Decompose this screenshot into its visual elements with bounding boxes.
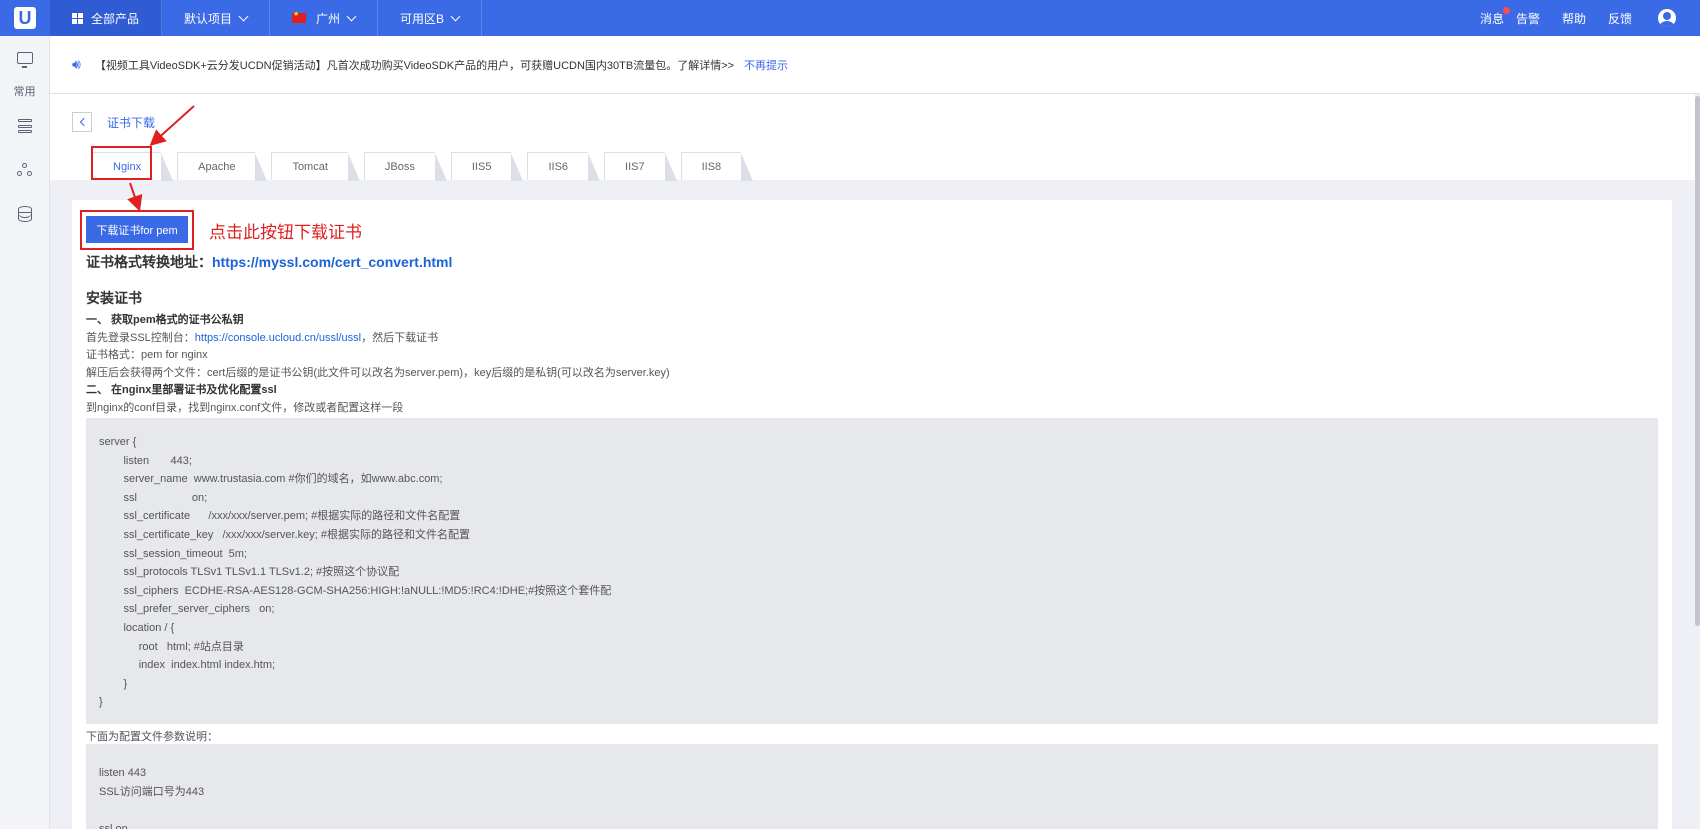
code-line: ssl_ciphers ECDHE-RSA-AES128-GCM-SHA256:… xyxy=(99,584,612,597)
tab-tomcat[interactable]: Tomcat xyxy=(271,152,361,181)
sidebar-item-network[interactable] xyxy=(0,148,50,192)
notice-bar: 🔊︎ 【视频工具VideoSDK+云分发UCDN促销活动】凡首次成功购买Vide… xyxy=(50,36,1700,94)
code-line: ssl on; xyxy=(99,491,208,504)
chevron-left-icon xyxy=(79,117,88,127)
nav-zone-label: 可用区B xyxy=(400,11,445,26)
page-title: 证书下载 xyxy=(107,116,156,130)
annotation-box-nginx-tab xyxy=(91,146,152,180)
tab-jboss[interactable]: JBoss xyxy=(363,152,447,181)
stack-icon xyxy=(18,119,32,133)
chevron-down-icon xyxy=(346,11,357,21)
params-code-block: listen 443 SSL访问端口号为443 ssl on xyxy=(86,744,1658,829)
code-line: ssl_prefer_server_ciphers on; xyxy=(99,603,275,616)
install-heading: 安装证书 xyxy=(86,290,142,306)
tree-icon xyxy=(17,163,33,177)
step2-line1: 到nginx的conf目录，找到nginx.conf文件，修改或者配置这样一段 xyxy=(86,401,404,414)
chevron-down-icon xyxy=(238,11,249,21)
param-line: listen 443 xyxy=(99,767,147,779)
scrollbar-thumb[interactable] xyxy=(1695,96,1700,626)
code-line: index index.html index.htm; xyxy=(99,659,276,672)
sidebar-section-label: 常用 xyxy=(13,86,36,98)
convert-label: 证书格式转换地址： xyxy=(86,254,212,270)
grid-icon xyxy=(72,12,83,24)
nav-project-label: 默认项目 xyxy=(184,11,233,26)
logo-mark: U xyxy=(14,7,36,29)
nginx-config-code-block: server { listen 443; server_name www.tru… xyxy=(86,418,1658,724)
code-line: } xyxy=(99,677,128,690)
annotation-text: 点击此按钮下载证书 xyxy=(209,223,362,243)
top-right-links: 消息 告警 帮助 反馈 xyxy=(1458,0,1700,36)
flag-icon xyxy=(292,10,307,23)
tab-iis5[interactable]: IIS5 xyxy=(450,152,523,181)
notice-text: 【视频工具VideoSDK+云分发UCDN促销活动】凡首次成功购买VideoSD… xyxy=(94,59,735,72)
ssl-console-link[interactable]: https://console.ucloud.cn/ussl/ussl xyxy=(195,332,361,344)
help-link[interactable]: 帮助 xyxy=(1562,10,1586,27)
back-button[interactable] xyxy=(72,112,92,132)
messages-link[interactable]: 消息 xyxy=(1479,6,1510,27)
code-line: } xyxy=(99,696,103,709)
page-header: 证书下载 Nginx Apache Tomcat JBoss IIS5 IIS6… xyxy=(50,94,1695,181)
code-line: listen 443; xyxy=(99,454,192,467)
convert-url-line: 证书格式转换地址：https://myssl.com/cert_convert.… xyxy=(86,252,452,272)
content-panel: 下载证书for pem 点击此按钮下载证书 证书格式转换地址：https://m… xyxy=(72,200,1672,829)
annotation-box-download xyxy=(80,210,194,250)
code-line: ssl_session_timeout 5m; xyxy=(99,547,247,560)
params-label: 下面为配置文件参数说明： xyxy=(86,731,218,743)
nav-zone-select[interactable]: 可用区B xyxy=(378,0,483,36)
tab-iis6[interactable]: IIS6 xyxy=(527,152,600,181)
nav-all-products-label: 全部产品 xyxy=(91,11,140,26)
speaker-icon: 🔊︎ xyxy=(72,56,81,72)
monitor-icon xyxy=(17,52,33,68)
database-icon xyxy=(18,206,32,222)
code-line: server { xyxy=(99,436,137,448)
param-line xyxy=(99,801,1645,820)
nav-region-label: 广州 xyxy=(316,11,341,26)
user-avatar-icon[interactable] xyxy=(1658,9,1676,27)
code-line: ssl_protocols TLSv1 TLSv1.1 TLSv1.2; #按照… xyxy=(99,566,400,579)
step1-line3: 解压后会获得两个文件：cert后缀的是证书公钥(此文件可以改名为server.p… xyxy=(86,366,670,379)
tab-iis7[interactable]: IIS7 xyxy=(604,152,677,181)
nav-region-select[interactable]: 广州 xyxy=(270,0,379,36)
param-line: ssl on xyxy=(99,822,128,829)
sidebar-item-monitor[interactable] xyxy=(0,36,50,80)
code-line: server_name www.trustasia.com #你们的域名，如ww… xyxy=(99,473,443,486)
convert-url-link[interactable]: https://myssl.com/cert_convert.html xyxy=(212,254,452,270)
step1-title: 一、 获取pem格式的证书公私钥 xyxy=(86,314,244,326)
sidebar-item-stack[interactable] xyxy=(0,104,50,148)
alerts-link[interactable]: 告警 xyxy=(1516,10,1540,27)
page-scrollbar[interactable] xyxy=(1695,94,1700,829)
nav-project-select[interactable]: 默认项目 xyxy=(162,0,271,36)
tab-iis8[interactable]: IIS8 xyxy=(680,152,753,181)
install-steps: 一、 获取pem格式的证书公私钥 首先登录SSL控制台：https://cons… xyxy=(86,312,1086,417)
code-line: location / { xyxy=(99,621,175,634)
dismiss-notice-link[interactable]: 不再提示 xyxy=(744,57,788,73)
sidebar-item-database[interactable] xyxy=(0,192,50,236)
step2-title: 二、 在nginx里部署证书及优化配置ssl xyxy=(86,384,277,396)
step1-line1: 首先登录SSL控制台：https://console.ucloud.cn/uss… xyxy=(86,331,439,344)
top-navigation-bar: U 全部产品 默认项目 广州 可用区B 消息 告警 帮助 反馈 xyxy=(0,0,1700,36)
code-line: root html; #站点目录 xyxy=(99,640,244,653)
unread-dot xyxy=(1502,6,1510,14)
code-line: ssl_certificate /xxx/xxx/server.pem; #根据… xyxy=(99,510,461,523)
nav-all-products[interactable]: 全部产品 xyxy=(50,0,163,36)
step1-line2: 证书格式：pem for nginx xyxy=(86,349,208,361)
param-line: SSL访问端口号为443 xyxy=(99,785,205,798)
left-sidebar: 常用 xyxy=(0,36,50,829)
chevron-down-icon xyxy=(450,11,461,21)
feedback-link[interactable]: 反馈 xyxy=(1608,10,1632,27)
tab-apache[interactable]: Apache xyxy=(177,152,268,181)
logo[interactable]: U xyxy=(0,0,50,36)
messages-label: 消息 xyxy=(1479,11,1504,26)
server-type-tabs: Nginx Apache Tomcat JBoss IIS5 IIS6 IIS7… xyxy=(92,152,757,181)
code-line: ssl_certificate_key /xxx/xxx/server.key;… xyxy=(99,528,471,541)
